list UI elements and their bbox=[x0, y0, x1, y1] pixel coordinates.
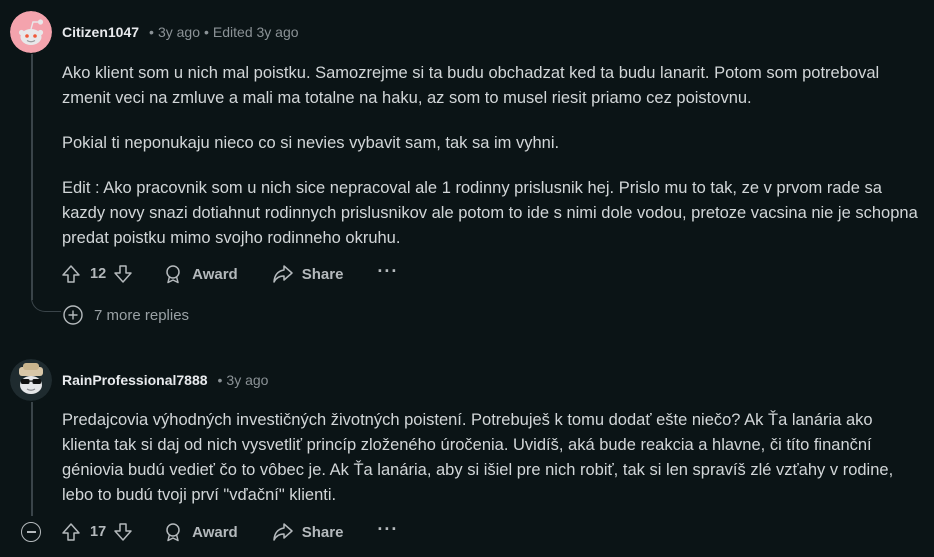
comment-action-bar: 12 Award Share ··· bbox=[60, 260, 398, 288]
award-icon bbox=[162, 263, 184, 285]
thread-line-elbow bbox=[31, 298, 61, 312]
minus-icon bbox=[26, 531, 36, 533]
thread-line[interactable] bbox=[31, 402, 33, 516]
avatar[interactable] bbox=[10, 11, 52, 53]
snoo-sunglasses-avatar-icon bbox=[10, 359, 52, 401]
share-label: Share bbox=[301, 523, 344, 541]
comment-body: Ako klient som u nich mal poistku. Samoz… bbox=[62, 61, 922, 251]
comment-paragraph: Ako klient som u nich mal poistku. Samoz… bbox=[62, 64, 880, 107]
comment-meta: • 3y ago • Edited 3y ago bbox=[145, 24, 298, 40]
award-icon bbox=[162, 521, 184, 543]
award-button[interactable]: Award bbox=[162, 263, 238, 285]
comment-paragraph: Edit : Ako pracovnik som u nich sice nep… bbox=[62, 179, 918, 247]
separator-dot: • bbox=[204, 24, 209, 40]
share-icon bbox=[272, 521, 294, 543]
comment-header: Citizen1047 • 3y ago • Edited 3y ago bbox=[10, 11, 299, 53]
share-button[interactable]: Share bbox=[272, 263, 344, 285]
award-label: Award bbox=[192, 523, 238, 541]
comment-age: 3y ago bbox=[157, 24, 200, 40]
share-icon bbox=[272, 263, 294, 285]
vote-controls: 12 bbox=[60, 263, 134, 285]
more-options-icon[interactable]: ··· bbox=[377, 520, 398, 540]
downvote-icon[interactable] bbox=[112, 521, 134, 543]
award-button[interactable]: Award bbox=[162, 521, 238, 543]
more-options-icon[interactable]: ··· bbox=[377, 262, 398, 282]
vote-count: 12 bbox=[90, 266, 107, 282]
comment-meta: • 3y ago bbox=[214, 372, 269, 388]
award-label: Award bbox=[192, 265, 238, 283]
more-replies-button[interactable]: 7 more replies bbox=[62, 304, 189, 326]
comment-body: Predajcovia výhodných investičných život… bbox=[62, 408, 922, 508]
snoo-avatar-icon bbox=[10, 11, 52, 53]
upvote-icon[interactable] bbox=[60, 521, 82, 543]
avatar[interactable] bbox=[10, 359, 52, 401]
share-button[interactable]: Share bbox=[272, 521, 344, 543]
comment-header: RainProfessional7888 • 3y ago bbox=[10, 359, 268, 401]
expand-plus-icon bbox=[62, 304, 84, 326]
collapse-thread-button[interactable] bbox=[21, 522, 41, 542]
comment-paragraph: Predajcovia výhodných investičných život… bbox=[62, 411, 894, 504]
vote-controls: 17 bbox=[60, 521, 134, 543]
edited-label: Edited 3y ago bbox=[212, 24, 299, 40]
comment-paragraph: Pokial ti neponukaju nieco co si nevies … bbox=[62, 134, 560, 152]
thread-line[interactable] bbox=[31, 54, 33, 300]
upvote-icon[interactable] bbox=[60, 263, 82, 285]
comment-author[interactable]: Citizen1047 bbox=[62, 24, 139, 40]
separator-dot: • bbox=[217, 372, 223, 388]
comment-action-bar: 17 Award Share ··· bbox=[60, 518, 398, 546]
share-label: Share bbox=[301, 265, 344, 283]
comment-age: 3y ago bbox=[226, 372, 269, 388]
separator-dot: • bbox=[149, 24, 154, 40]
downvote-icon[interactable] bbox=[112, 263, 134, 285]
vote-count: 17 bbox=[90, 524, 107, 540]
comment-author[interactable]: RainProfessional7888 bbox=[62, 372, 208, 388]
more-replies-label: 7 more replies bbox=[94, 306, 190, 324]
comment-thread: Citizen1047 • 3y ago • Edited 3y ago Ako kl… bbox=[0, 0, 934, 557]
